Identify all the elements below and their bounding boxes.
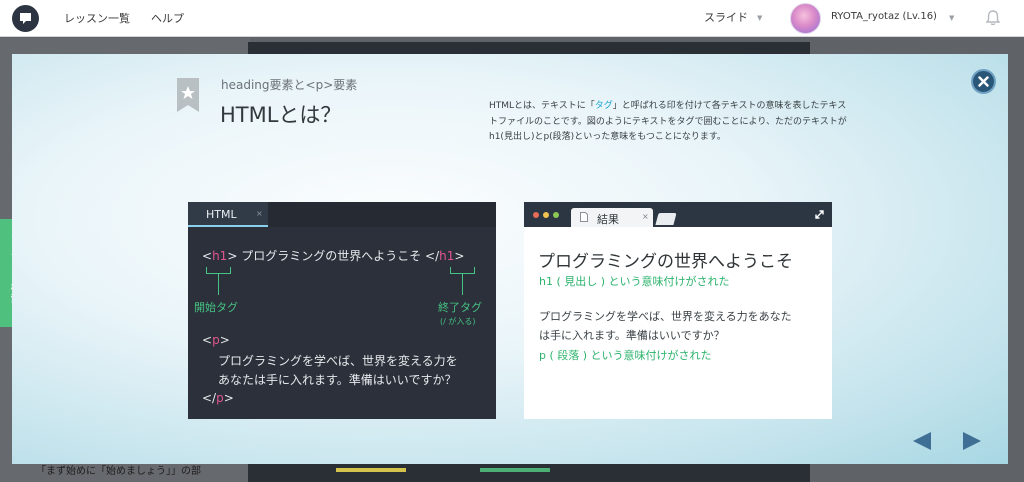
open-tag-label: 開始タグ (194, 301, 238, 314)
code-punct: </ (202, 391, 217, 405)
code-line-p-close: </p> (202, 391, 234, 405)
new-tab-button[interactable] (655, 213, 677, 225)
window-maximize-dot (553, 212, 559, 218)
tab-html-label: HTML (206, 208, 237, 221)
open-tag-connector (218, 274, 219, 295)
previous-slide-icon[interactable] (911, 431, 933, 451)
close-icon[interactable]: × (642, 212, 649, 221)
mode-select[interactable]: スライド (704, 9, 748, 25)
code-punct: > (227, 249, 238, 263)
progate-logo-icon[interactable] (12, 5, 39, 32)
window-minimize-dot (543, 212, 549, 218)
logo-glyph (20, 13, 31, 24)
code-punct: </ (425, 249, 440, 263)
close-tag-label: 終了タグ (438, 301, 482, 314)
editor-tab-bar: HTML × (188, 202, 496, 227)
bookmark-star-icon[interactable] (177, 78, 199, 112)
top-navigation-bar: レッスン一覧 ヘルプ スライド ▼ RYOTA_ryotaz (Lv.16) ▼ (0, 0, 1024, 37)
code-punct: > (219, 333, 230, 347)
result-preview: 結果 × プログラミングの世界へようこそ h1 ( 見出し ) という意味付けが… (524, 202, 832, 419)
code-tag-name: p (216, 391, 224, 405)
chevron-down-icon[interactable]: ▼ (949, 14, 954, 22)
nav-lesson-list[interactable]: レッスン一覧 (64, 10, 130, 26)
h1-annotation: h1 ( 見出し ) という意味付けがされた (539, 275, 730, 288)
expand-icon[interactable] (814, 209, 825, 220)
avatar[interactable] (790, 3, 821, 34)
background-strip (336, 468, 406, 472)
close-tag-bracket (450, 267, 475, 274)
section-title: heading要素と<p>要素 (221, 78, 358, 92)
background-strip (480, 468, 550, 472)
browser-bar: 結果 × (524, 202, 832, 227)
close-icon[interactable]: × (256, 209, 263, 218)
user-name[interactable]: RYOTA_ryotaz (Lv.16) (831, 11, 937, 22)
slide-title: HTMLとは？ (220, 103, 342, 127)
open-tag-bracket (206, 267, 231, 274)
code-punct: > (223, 391, 234, 405)
background-text: 「まず始めに「始めましょう」」の部 (36, 466, 201, 477)
tab-result-label: 結果 (597, 213, 619, 226)
code-text: プログラミングの世界へようこそ (237, 249, 426, 263)
close-button[interactable] (971, 69, 996, 94)
close-tag-note: (/ が入る) (440, 317, 476, 326)
close-icon (978, 76, 989, 87)
next-slide-icon[interactable] (961, 431, 983, 451)
document-icon (580, 212, 588, 222)
result-paragraph: プログラミングを学べば、世界を変える力をあなた (539, 310, 792, 323)
nav-help[interactable]: ヘルプ (151, 10, 184, 26)
code-punct: < (202, 333, 213, 347)
tab-html[interactable]: HTML × (188, 202, 268, 227)
result-heading: プログラミングの世界へようこそ (538, 252, 793, 272)
description-tag-word: タグ (594, 101, 613, 111)
code-editor: HTML × <h1> プログラミングの世界へようこそ </h1> 開始タグ 終… (188, 202, 496, 419)
bell-icon[interactable] (985, 9, 1001, 27)
result-paragraph: は手に入れます。準備はいいですか？ (539, 329, 725, 342)
code-tag-name: h1 (212, 249, 228, 263)
code-tag-name: h1 (439, 249, 455, 263)
code-punct: < (202, 249, 213, 263)
code-line-p-text: プログラミングを学べば、世界を変える力を (218, 354, 458, 368)
chevron-down-icon[interactable]: ▼ (757, 14, 762, 22)
code-line-p-open: <p> (202, 333, 230, 347)
slide-description: HTMLとは、テキストに「タグ」と呼ばれる印を付けて各テキストの意味を表したテキ… (489, 99, 849, 146)
code-line-h1: <h1> プログラミングの世界へようこそ </h1> (202, 247, 464, 264)
description-text: HTMLとは、テキストに「 (489, 101, 595, 111)
slide-modal: heading要素と<p>要素 HTMLとは？ HTMLとは、テキストに「タグ」… (12, 54, 1008, 464)
code-punct: > (454, 249, 465, 263)
tab-result[interactable]: 結果 × (571, 208, 653, 227)
code-line-p-text: あなたは手に入れます。準備はいいですか？ (218, 373, 457, 387)
close-tag-connector (462, 274, 463, 295)
window-close-dot (533, 212, 539, 218)
p-annotation: p ( 段落 ) という意味付けがされた (539, 349, 712, 362)
code-tag-name: p (212, 333, 220, 347)
